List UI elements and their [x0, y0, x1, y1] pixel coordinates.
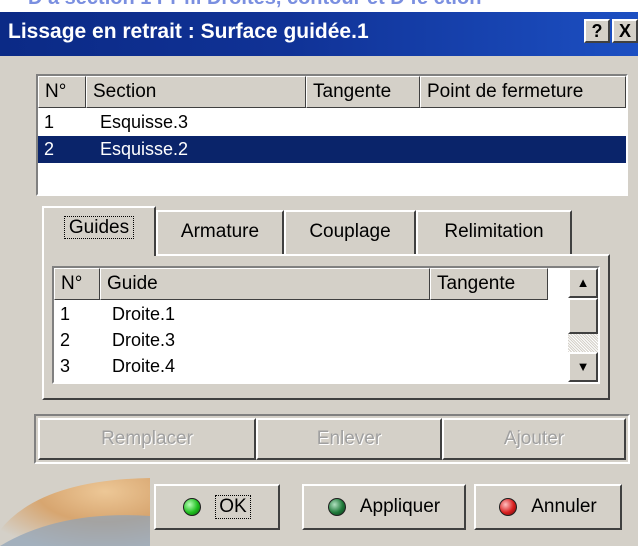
sections-row-selected[interactable]: 2 Esquisse.2 — [38, 136, 626, 163]
guides-list[interactable]: N° Guide Tangente 1 Droite.1 2 Droite.3 … — [52, 266, 600, 384]
arrow-down-icon: ▼ — [576, 359, 590, 374]
tab-couplage[interactable]: Couplage — [284, 210, 416, 254]
close-button[interactable]: X — [612, 19, 638, 43]
tab-panel-guides: N° Guide Tangente 1 Droite.1 2 Droite.3 … — [42, 254, 610, 400]
decorative-swoosh — [0, 478, 150, 546]
scroll-track[interactable] — [568, 334, 598, 352]
red-led-icon — [499, 498, 518, 516]
green-led-icon — [183, 498, 202, 516]
remove-button[interactable]: Enlever — [256, 418, 442, 460]
sections-col-tangent[interactable]: Tangente — [306, 76, 420, 108]
row-guide-name: Droite.1 — [112, 304, 176, 324]
sections-col-section[interactable]: Section — [86, 76, 306, 108]
guides-col-guide[interactable]: Guide — [100, 268, 430, 300]
row-number: 1 — [60, 304, 71, 324]
ok-button[interactable]: OK — [154, 484, 280, 530]
background-text: D a section 1 Pr fil Droites, contour et… — [28, 0, 481, 10]
guides-row[interactable]: 3 Droite.4 — [54, 353, 568, 380]
tab-armature-label: Armature — [180, 221, 260, 242]
row-guide-name: Droite.4 — [112, 356, 176, 376]
sections-col-num[interactable]: N° — [38, 76, 86, 108]
cancel-label: Annuler — [531, 496, 597, 517]
dark-green-led-icon — [327, 498, 346, 516]
add-button[interactable]: Ajouter — [442, 418, 626, 460]
row-section-name: Esquisse.3 — [100, 112, 189, 132]
replace-button[interactable]: Remplacer — [38, 418, 256, 460]
scroll-thumb[interactable] — [568, 298, 598, 334]
scroll-up-button[interactable]: ▲ — [568, 268, 598, 298]
tab-relimitation[interactable]: Relimitation — [416, 210, 572, 254]
window-title: Lissage en retrait : Surface guidée.1 — [8, 20, 369, 43]
ok-label: OK — [215, 495, 251, 519]
sections-row[interactable]: 1 Esquisse.3 — [38, 109, 626, 136]
tab-guides-label: Guides — [63, 216, 135, 239]
tab-guides[interactable]: Guides — [42, 206, 156, 256]
background-text-strip: D a section 1 Pr fil Droites, contour et… — [0, 0, 638, 12]
arrow-up-icon: ▲ — [576, 275, 590, 290]
scroll-down-button[interactable]: ▼ — [568, 352, 598, 382]
row-number: 3 — [60, 356, 71, 376]
guides-col-tangent[interactable]: Tangente — [430, 268, 548, 300]
row-number: 2 — [44, 139, 55, 159]
apply-label: Appliquer — [359, 496, 441, 517]
guides-row[interactable]: 1 Droite.1 — [54, 301, 568, 328]
tab-couplage-label: Couplage — [309, 221, 391, 242]
row-section-name: Esquisse.2 — [100, 139, 189, 159]
row-guide-name: Droite.3 — [112, 330, 176, 350]
tab-relimitation-label: Relimitation — [444, 221, 544, 242]
row-number: 2 — [60, 330, 71, 350]
row-number: 1 — [44, 112, 55, 132]
cancel-button[interactable]: Annuler — [474, 484, 622, 530]
tab-armature[interactable]: Armature — [156, 210, 284, 254]
help-button[interactable]: ? — [584, 19, 610, 43]
sections-col-closing-point[interactable]: Point de fermeture — [420, 76, 626, 108]
apply-button[interactable]: Appliquer — [302, 484, 466, 530]
guides-row[interactable]: 2 Droite.3 — [54, 327, 568, 354]
guides-col-num[interactable]: N° — [54, 268, 100, 300]
sections-list[interactable]: N° Section Tangente Point de fermeture 1… — [36, 74, 628, 196]
